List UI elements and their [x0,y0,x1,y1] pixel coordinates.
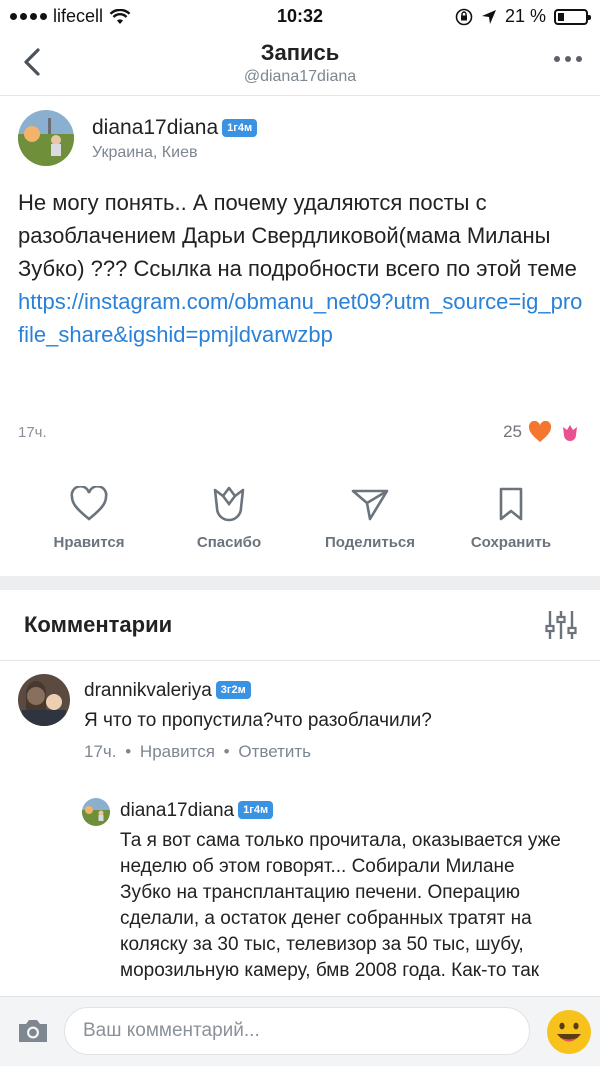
post-link[interactable]: https://instagram.com/obmanu_net09?utm_s… [18,285,588,351]
comments-title: Комментарии [24,612,173,637]
battery-percent: 21 % [504,6,546,26]
comments-divider [0,660,600,661]
save-label: Сохранить [470,534,552,551]
comment-input-bar [0,996,600,1066]
tulip-outline-icon [213,486,245,522]
nav-bar: Запись @diana17diana [0,34,600,96]
reply-author-name[interactable]: diana17diana 1г4м [120,800,274,822]
author-avatar[interactable] [18,110,74,166]
reply-text: Та я вот сама только прочитала, оказывае… [120,830,561,981]
post-actions: Нравится Спасибо Поделиться Сохранить [0,486,600,562]
rotation-lock-icon [455,8,473,25]
thanks-button[interactable]: Спасибо [164,486,294,551]
share-label: Поделиться [324,534,416,551]
comment-text: Я что то пропустила?что разоблачили? [84,710,432,731]
page-title: Запись [260,40,340,65]
filter-sliders-icon[interactable] [544,608,578,642]
heart-outline-icon [70,486,108,521]
post-text: Не могу понять.. А почему удаляются пост… [18,190,577,281]
thanks-label: Спасибо [196,534,262,551]
commenter-name[interactable]: drannikvaleriya 3г2м [84,680,251,702]
comment-time: 17ч. [84,742,117,761]
like-button[interactable]: Нравится [24,486,154,551]
save-button[interactable]: Сохранить [446,486,576,551]
more-options-icon[interactable] [554,56,582,62]
page-subtitle[interactable]: @diana17diana [0,68,600,86]
section-divider [0,576,600,590]
share-button[interactable]: Поделиться [305,486,435,551]
system-indicators: 21 % [455,6,591,27]
camera-icon[interactable] [16,1017,50,1045]
comment-meta: 17ч. • Нравится • Ответить [84,742,312,761]
reactions-summary[interactable]: 25 [503,420,582,444]
heart-reaction-icon [528,421,552,442]
commenter-badge: 3г2м [215,681,251,699]
comment-input[interactable] [64,1007,530,1055]
reply-author-badge: 1г4м [238,801,274,819]
reactions-count: 25 [503,422,522,441]
comment-like-link[interactable]: Нравится [140,742,215,761]
status-bar: lifecell 10:32 21 % [0,0,600,34]
post-body: Не могу понять.. А почему удаляются пост… [18,186,588,351]
battery-icon [554,8,591,25]
bookmark-icon [499,487,523,521]
comment-reply-link[interactable]: Ответить [238,742,311,761]
like-label: Нравится [53,534,125,551]
author-badge: 1г4м [222,119,258,137]
reply-avatar[interactable] [82,798,110,826]
location-icon [481,9,496,24]
tulip-reaction-icon [559,421,581,443]
author-location: Украина, Киев [92,144,198,161]
commenter-avatar[interactable] [18,674,70,726]
post-author[interactable]: diana17diana 1г4м Украина, Киев [18,110,588,170]
emoji-icon[interactable] [546,1009,592,1055]
author-name[interactable]: diana17diana 1г4м [92,116,258,140]
post-time: 17ч. [18,424,47,441]
paper-plane-icon [351,489,389,521]
